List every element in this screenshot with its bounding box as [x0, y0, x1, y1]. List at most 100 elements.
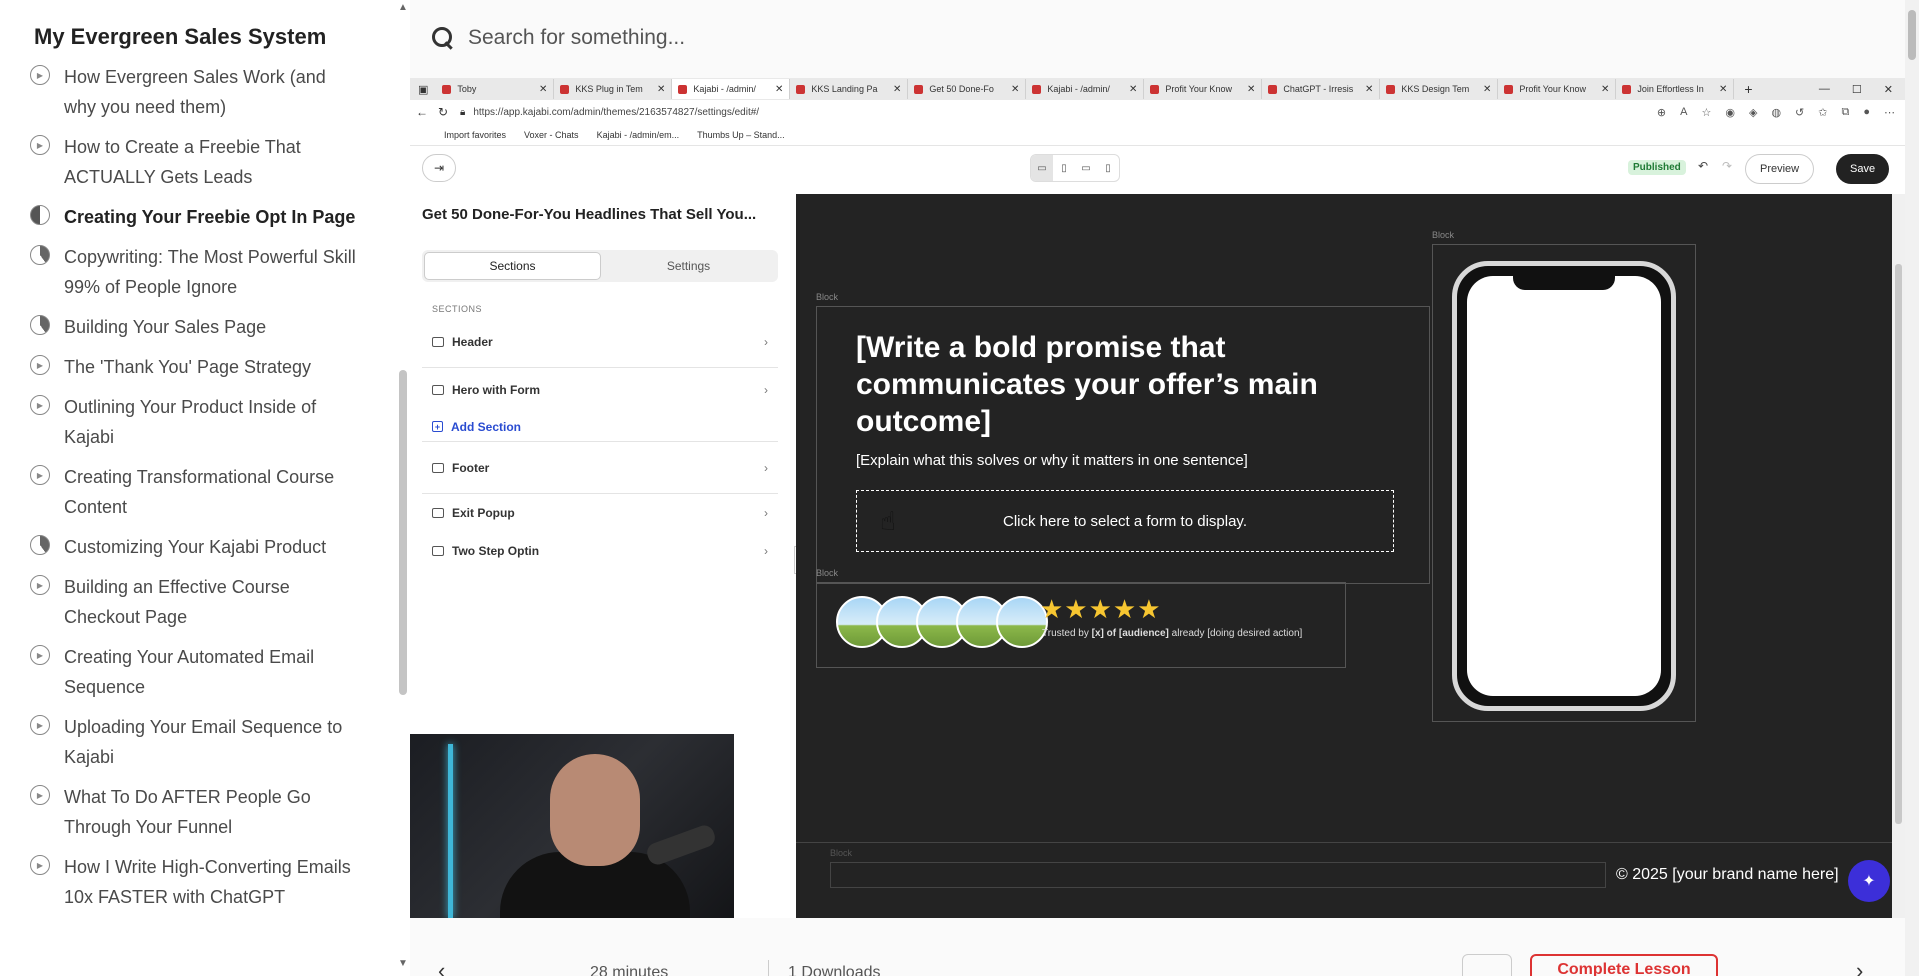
browser-tab[interactable]: Kajabi - /admin/ ✕	[672, 79, 791, 99]
sidebar-scrollbar[interactable]: ▲ ▼	[398, 0, 410, 976]
progress-circle-icon	[30, 535, 50, 555]
page-canvas[interactable]: Block [Write a bold promise that communi…	[796, 194, 1892, 918]
next-lesson-icon[interactable]: ›	[1856, 958, 1863, 976]
save-button[interactable]: Save	[1836, 154, 1890, 184]
footer-block[interactable]	[830, 862, 1606, 888]
form-placeholder[interactable]: Click here to select a form to display.	[856, 490, 1394, 552]
lesson-item[interactable]: ▶ How to Create a Freebie That ACTUALLY G…	[30, 132, 360, 192]
browser-tab[interactable]: Profit Your Know ✕	[1144, 79, 1263, 99]
browser-tab[interactable]: KKS Design Tem ✕	[1380, 79, 1499, 99]
lesson-item[interactable]: ▶ How Evergreen Sales Work (and why you n…	[30, 62, 360, 122]
close-tab-icon[interactable]: ✕	[1011, 84, 1019, 95]
close-tab-icon[interactable]: ✕	[1483, 84, 1491, 95]
close-tab-icon[interactable]: ✕	[1601, 84, 1609, 95]
tab-actions-icon[interactable]: ▣	[410, 83, 436, 96]
bookmark-item[interactable]: Thumbs Up – Stand...	[697, 130, 785, 140]
scroll-up-icon[interactable]: ▲	[398, 2, 408, 13]
ai-assistant-button[interactable]: ✦	[1848, 860, 1890, 902]
browser-tab[interactable]: Profit Your Know ✕	[1498, 79, 1617, 99]
tab-settings[interactable]: Settings	[601, 252, 776, 280]
new-tab-icon[interactable]: +	[1734, 81, 1762, 97]
preview-button[interactable]: Preview	[1745, 154, 1815, 184]
close-tab-icon[interactable]: ✕	[657, 84, 665, 95]
section-item-two-step-optin[interactable]: Two Step Optin ›	[422, 532, 778, 570]
tab-sections[interactable]: Sections	[424, 252, 601, 280]
tablet-landscape-icon[interactable]: ▭	[1075, 155, 1097, 181]
section-item-exit-popup[interactable]: Exit Popup ›	[422, 494, 778, 532]
hero-headline[interactable]: [Write a bold promise that communicates …	[856, 329, 1416, 440]
desktop-view-icon[interactable]: ▭	[1031, 155, 1053, 181]
lesson-item[interactable]: Customizing Your Kajabi Product	[30, 532, 360, 562]
collections-icon[interactable]: ⧉	[1841, 106, 1849, 119]
scrollbar-thumb[interactable]	[399, 370, 407, 695]
section-item-hero[interactable]: Hero with Form ›	[422, 368, 778, 412]
redo-icon[interactable]: ↷	[1722, 159, 1732, 173]
lesson-item[interactable]: Creating Your Freebie Opt In Page	[30, 202, 360, 232]
prev-lesson-icon[interactable]: ‹	[438, 958, 445, 976]
extension-icon[interactable]: ◉	[1725, 106, 1735, 119]
close-tab-icon[interactable]: ✕	[1129, 84, 1137, 95]
tablet-portrait-icon[interactable]: ▯	[1053, 155, 1075, 181]
more-icon[interactable]: ⋯	[1884, 106, 1895, 119]
page-scrollbar[interactable]	[1905, 0, 1919, 976]
scrollbar-thumb[interactable]	[1908, 10, 1916, 60]
exit-editor-button[interactable]: ⇥	[422, 154, 456, 182]
extension-icon[interactable]: ◍	[1771, 106, 1781, 119]
add-section-button[interactable]: + Add Section	[422, 412, 778, 442]
lesson-item[interactable]: Building Your Sales Page	[30, 312, 360, 342]
lesson-item[interactable]: ▶ The 'Thank You' Page Strategy	[30, 352, 360, 382]
undo-icon[interactable]: ↶	[1698, 159, 1708, 173]
mobile-view-icon[interactable]: ▯	[1097, 155, 1119, 181]
close-tab-icon[interactable]: ✕	[893, 84, 901, 95]
section-item-footer[interactable]: Footer ›	[422, 442, 778, 494]
section-item-header[interactable]: Header ›	[422, 316, 778, 368]
lesson-item[interactable]: ▶ Creating Transformational Course Conten…	[30, 462, 360, 522]
bookmark-item[interactable]: Voxer - Chats	[524, 130, 579, 140]
lesson-item[interactable]: ▶ What To Do AFTER People Go Through Your…	[30, 782, 360, 842]
bookmark-item[interactable]: Import favorites	[444, 130, 506, 140]
browser-tab[interactable]: Get 50 Done-Fo ✕	[908, 79, 1027, 99]
lesson-item[interactable]: ▶ Creating Your Automated Email Sequence	[30, 642, 360, 702]
back-icon[interactable]: ←	[416, 105, 438, 119]
browser-tab[interactable]: ChatGPT - Irresis ✕	[1262, 79, 1381, 99]
lesson-item[interactable]: ▶ How I Write High-Converting Emails 10x …	[30, 852, 360, 912]
close-tab-icon[interactable]: ✕	[539, 84, 547, 95]
scrollbar-thumb[interactable]	[1895, 264, 1902, 824]
browser-tab[interactable]: Kajabi - /admin/ ✕	[1026, 79, 1145, 99]
hero-subheadline[interactable]: [Explain what this solves or why it matt…	[856, 452, 1248, 469]
lesson-item[interactable]: ▶ Building an Effective Course Checkout P…	[30, 572, 360, 632]
complete-lesson-button[interactable]: Complete Lesson	[1530, 954, 1718, 976]
close-tab-icon[interactable]: ✕	[1365, 84, 1373, 95]
browser-tab[interactable]: KKS Plug in Tem ✕	[554, 79, 673, 99]
scroll-down-icon[interactable]: ▼	[398, 958, 408, 969]
reload-icon[interactable]: ↻	[438, 105, 460, 119]
lesson-video-frame[interactable]: ▣ Toby ✕ KKS Plug in Tem ✕ Kajabi - /admin/ ✕…	[410, 78, 1905, 918]
favorites-icon[interactable]: ✩	[1818, 106, 1827, 119]
close-tab-icon[interactable]: ✕	[1719, 84, 1727, 95]
lesson-item[interactable]: ▶ Uploading Your Email Sequence to Kajabi	[30, 712, 360, 772]
read-aloud-icon[interactable]: A	[1680, 106, 1687, 119]
lesson-title: Customizing Your Kajabi Product	[64, 537, 327, 557]
url-field[interactable]: https://app.kajabi.com/admin/themes/2163…	[473, 107, 759, 118]
browser-tab[interactable]: KKS Landing Pa ✕	[790, 79, 909, 99]
favorite-button[interactable]	[1462, 954, 1512, 976]
extension-icon[interactable]: ◈	[1749, 106, 1757, 119]
browser-tab[interactable]: Toby ✕	[436, 79, 555, 99]
copyright-text[interactable]: © 2025 [your brand name here]	[1616, 866, 1839, 884]
search-input[interactable]	[468, 26, 1368, 50]
minimize-icon[interactable]: —	[1819, 83, 1830, 96]
canvas-scrollbar[interactable]	[1892, 194, 1905, 918]
close-tab-icon[interactable]: ✕	[1247, 84, 1255, 95]
lesson-item[interactable]: Copywriting: The Most Powerful Skill 99%…	[30, 242, 360, 302]
search-bar[interactable]	[410, 0, 1905, 76]
browser-tab[interactable]: Join Effortless In ✕	[1616, 79, 1735, 99]
zoom-icon[interactable]: ⊕	[1657, 106, 1666, 119]
favorite-star-icon[interactable]: ☆	[1701, 106, 1711, 119]
lesson-item[interactable]: ▶ Outlining Your Product Inside of Kajabi	[30, 392, 360, 452]
maximize-icon[interactable]: ☐	[1852, 83, 1862, 96]
close-tab-icon[interactable]: ✕	[775, 84, 783, 95]
refresh-ext-icon[interactable]: ↺	[1795, 106, 1804, 119]
close-window-icon[interactable]: ✕	[1884, 83, 1893, 96]
bookmark-item[interactable]: Kajabi - /admin/em...	[597, 130, 680, 140]
profile-icon[interactable]: ●	[1863, 106, 1870, 119]
